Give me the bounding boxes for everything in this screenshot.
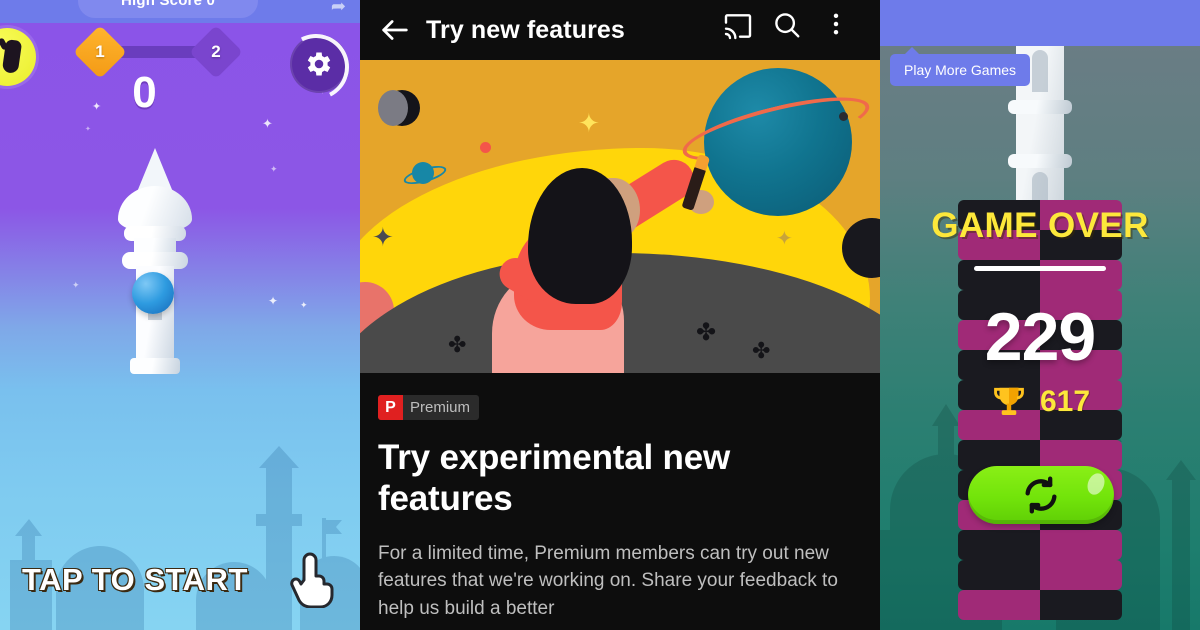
tap-to-start-label[interactable]: TAP TO START	[22, 562, 248, 598]
panel-game-start: ✦ ✦ ✦ ✦ ✦ ✦ ✦ ✦ High Score 0 ➦ 1 2 0 TAP…	[0, 0, 360, 630]
badge-row: P Premium	[378, 395, 862, 420]
sparkle-icon: ✦	[578, 108, 600, 138]
game-top-bar	[880, 0, 1200, 46]
final-score: 229	[984, 299, 1096, 375]
article-paragraph: For a limited time, Premium members can …	[378, 542, 838, 619]
minaret-tower	[112, 148, 198, 374]
divider	[974, 266, 1106, 271]
star-icon: ✦	[85, 126, 91, 133]
play-more-games-tooltip[interactable]: Play More Games	[890, 47, 1031, 86]
star-icon: ✦	[262, 116, 273, 131]
premium-label: Premium	[410, 399, 471, 416]
hero-illustration: ✦ ✦ ✦ ✤ ✤ ✤	[360, 60, 880, 373]
sparkle-icon: ✦	[776, 228, 793, 250]
dot-decor	[839, 112, 848, 121]
game-ball	[132, 272, 174, 314]
cast-icon[interactable]	[722, 10, 762, 50]
star-icon: ✦	[268, 294, 279, 308]
screenshot-root: ✦ ✦ ✦ ✦ ✦ ✦ ✦ ✦ High Score 0 ➦ 1 2 0 TAP…	[0, 0, 1200, 630]
premium-mark: P	[378, 395, 403, 420]
page-title: Try new features	[426, 15, 625, 44]
back-arrow-icon[interactable]	[378, 13, 412, 47]
star-icon: ✦	[270, 164, 278, 174]
clover-decor: ✤	[448, 332, 467, 357]
ringed-planet-icon	[412, 162, 434, 184]
star-icon: ✦	[72, 280, 80, 290]
premium-badge: P Premium	[378, 395, 480, 420]
panel-game-over: GAME OVER 229 617 Play More Games	[880, 0, 1200, 630]
search-icon[interactable]	[772, 10, 812, 50]
game-over-title: GAME OVER	[931, 206, 1149, 245]
clover-decor: ✤	[752, 338, 771, 363]
level-progress: 1 2	[73, 25, 243, 79]
dot-decor	[480, 142, 491, 153]
stack-disc	[958, 260, 1122, 290]
article-body: P Premium Try experimental new features …	[360, 373, 880, 622]
more-vertical-icon[interactable]	[822, 10, 862, 50]
replay-refresh-icon	[1025, 476, 1057, 514]
replay-button[interactable]	[968, 466, 1114, 524]
sparkle-icon: ✦	[372, 222, 394, 252]
moon-icon	[378, 90, 420, 126]
article-heading: Try experimental new features	[378, 438, 730, 518]
stack-disc	[958, 530, 1122, 560]
level-next-label: 2	[211, 42, 221, 61]
level-current-label: 1	[95, 42, 105, 61]
current-score: 0	[132, 68, 158, 117]
woman-painting-figure	[492, 138, 714, 373]
gear-icon[interactable]	[290, 35, 348, 93]
panel-youtube-article: Try new features ✦ ✦ ✦ ✤ ✤ ✤ P Premium T…	[360, 0, 880, 630]
trophy-icon	[990, 383, 1028, 421]
stack-disc	[958, 560, 1122, 590]
tap-hand-icon	[286, 546, 342, 609]
app-bar: Try new features	[360, 0, 880, 60]
high-score-pill-top[interactable]: High Score 0	[78, 0, 258, 18]
stack-disc	[958, 590, 1122, 620]
star-icon: ✦	[300, 300, 308, 310]
best-score-row: 617	[880, 383, 1200, 421]
best-score-value: 617	[1039, 385, 1091, 418]
share-icon[interactable]: ➦	[331, 0, 346, 17]
